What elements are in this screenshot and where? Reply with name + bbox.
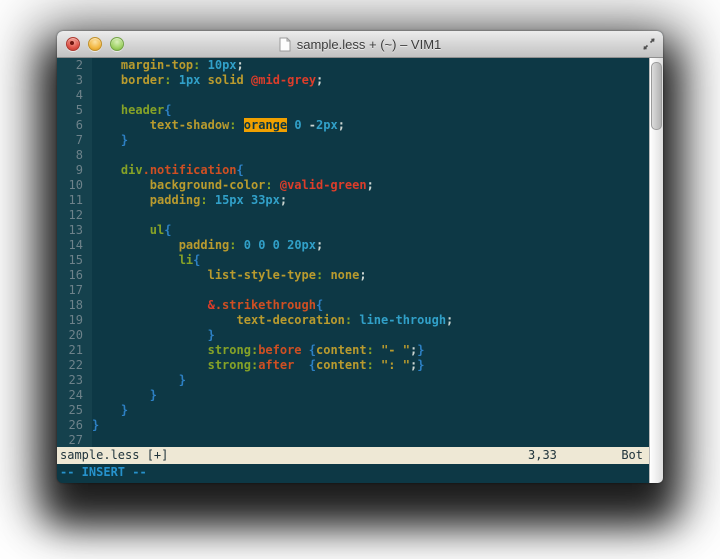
code-line: 4 xyxy=(57,88,649,103)
vim-statusline: sample.less [+] 3,33 Bot xyxy=(57,447,649,464)
code-text: header{ xyxy=(92,103,172,118)
scrollbar[interactable] xyxy=(649,58,663,483)
line-number: 21 xyxy=(57,343,92,358)
insert-mode-indicator: -- INSERT -- xyxy=(60,465,147,479)
code-editor[interactable]: 2 margin-top: 10px;3 border: 1px solid @… xyxy=(57,58,649,447)
code-line: 16 list-style-type: none; xyxy=(57,268,649,283)
modified-indicator-dot xyxy=(70,41,74,45)
status-scroll-position: Bot xyxy=(621,447,643,464)
traffic-lights xyxy=(66,31,124,57)
code-text: ul{ xyxy=(92,223,171,238)
code-line: 27 xyxy=(57,433,649,447)
document-icon xyxy=(279,37,291,52)
line-number: 20 xyxy=(57,328,92,343)
code-line: 23 } xyxy=(57,373,649,388)
window-titlebar[interactable]: sample.less + (~) – VIM1 xyxy=(57,31,663,58)
line-number: 25 xyxy=(57,403,92,418)
minimize-button[interactable] xyxy=(88,37,102,51)
code-line: 2 margin-top: 10px; xyxy=(57,58,649,73)
code-line: 21 strong:before {content: "- ";} xyxy=(57,343,649,358)
line-number: 16 xyxy=(57,268,92,283)
line-number: 19 xyxy=(57,313,92,328)
line-number: 10 xyxy=(57,178,92,193)
code-text: text-shadow: orange 0 -2px; xyxy=(92,118,345,133)
line-number: 26 xyxy=(57,418,92,433)
status-file-label: sample.less [+] xyxy=(60,448,168,462)
code-line: 17 xyxy=(57,283,649,298)
status-cursor-position: 3,33 xyxy=(528,447,557,464)
code-line: 13 ul{ xyxy=(57,223,649,238)
code-line: 9 div.notification{ xyxy=(57,163,649,178)
line-number: 22 xyxy=(57,358,92,373)
line-number: 18 xyxy=(57,298,92,313)
fullscreen-icon[interactable] xyxy=(642,37,656,51)
line-number: 7 xyxy=(57,133,92,148)
window-body: 2 margin-top: 10px;3 border: 1px solid @… xyxy=(57,58,663,483)
line-number: 17 xyxy=(57,283,92,298)
code-line: 22 strong:after {content: ": ";} xyxy=(57,358,649,373)
code-line: 14 padding: 0 0 0 20px; xyxy=(57,238,649,253)
code-line: 12 xyxy=(57,208,649,223)
line-number: 14 xyxy=(57,238,92,253)
code-text: list-style-type: none; xyxy=(92,268,367,283)
code-line: 5 header{ xyxy=(57,103,649,118)
code-text: strong:before {content: "- ";} xyxy=(92,343,424,358)
code-text: margin-top: 10px; xyxy=(92,58,244,73)
line-number: 15 xyxy=(57,253,92,268)
zoom-button[interactable] xyxy=(110,37,124,51)
code-line: 8 xyxy=(57,148,649,163)
code-line: 7 } xyxy=(57,133,649,148)
code-line: 18 &.strikethrough{ xyxy=(57,298,649,313)
code-line: 26} xyxy=(57,418,649,433)
vim-window: sample.less + (~) – VIM1 2 margin-top: 1… xyxy=(57,31,663,483)
code-text: } xyxy=(92,373,186,388)
line-number: 11 xyxy=(57,193,92,208)
code-text: } xyxy=(92,328,215,343)
code-text: li{ xyxy=(92,253,200,268)
line-number: 24 xyxy=(57,388,92,403)
vim-command-line: -- INSERT -- xyxy=(57,464,649,483)
code-line: 20 } xyxy=(57,328,649,343)
line-number: 6 xyxy=(57,118,92,133)
line-number: 3 xyxy=(57,73,92,88)
code-line: 24 } xyxy=(57,388,649,403)
code-line: 3 border: 1px solid @mid-grey; xyxy=(57,73,649,88)
code-text: } xyxy=(92,388,157,403)
title-area: sample.less + (~) – VIM1 xyxy=(279,37,442,52)
code-text: text-decoration: line-through; xyxy=(92,313,453,328)
code-line: 11 padding: 15px 33px; xyxy=(57,193,649,208)
code-line: 25 } xyxy=(57,403,649,418)
code-text: &.strikethrough{ xyxy=(92,298,323,313)
code-text: } xyxy=(92,418,99,433)
line-number: 13 xyxy=(57,223,92,238)
code-text: } xyxy=(92,403,128,418)
line-number: 27 xyxy=(57,433,92,447)
line-number: 23 xyxy=(57,373,92,388)
line-number: 2 xyxy=(57,58,92,73)
line-number: 12 xyxy=(57,208,92,223)
code-line: 19 text-decoration: line-through; xyxy=(57,313,649,328)
code-text: padding: 0 0 0 20px; xyxy=(92,238,323,253)
scrollbar-thumb[interactable] xyxy=(651,62,662,130)
code-text: padding: 15px 33px; xyxy=(92,193,287,208)
screenshot-stage: sample.less + (~) – VIM1 2 margin-top: 1… xyxy=(0,0,720,559)
code-text: div.notification{ xyxy=(92,163,244,178)
code-line: 15 li{ xyxy=(57,253,649,268)
code-text: border: 1px solid @mid-grey; xyxy=(92,73,323,88)
code-line: 10 background-color: @valid-green; xyxy=(57,178,649,193)
line-number: 8 xyxy=(57,148,92,163)
code-text: strong:after {content: ": ";} xyxy=(92,358,424,373)
editor-column: 2 margin-top: 10px;3 border: 1px solid @… xyxy=(57,58,649,483)
code-line: 6 text-shadow: orange 0 -2px; xyxy=(57,118,649,133)
close-button[interactable] xyxy=(66,37,80,51)
code-text: background-color: @valid-green; xyxy=(92,178,374,193)
line-number: 5 xyxy=(57,103,92,118)
line-number: 9 xyxy=(57,163,92,178)
window-title: sample.less + (~) – VIM1 xyxy=(297,37,442,52)
line-number: 4 xyxy=(57,88,92,103)
code-text: } xyxy=(92,133,128,148)
